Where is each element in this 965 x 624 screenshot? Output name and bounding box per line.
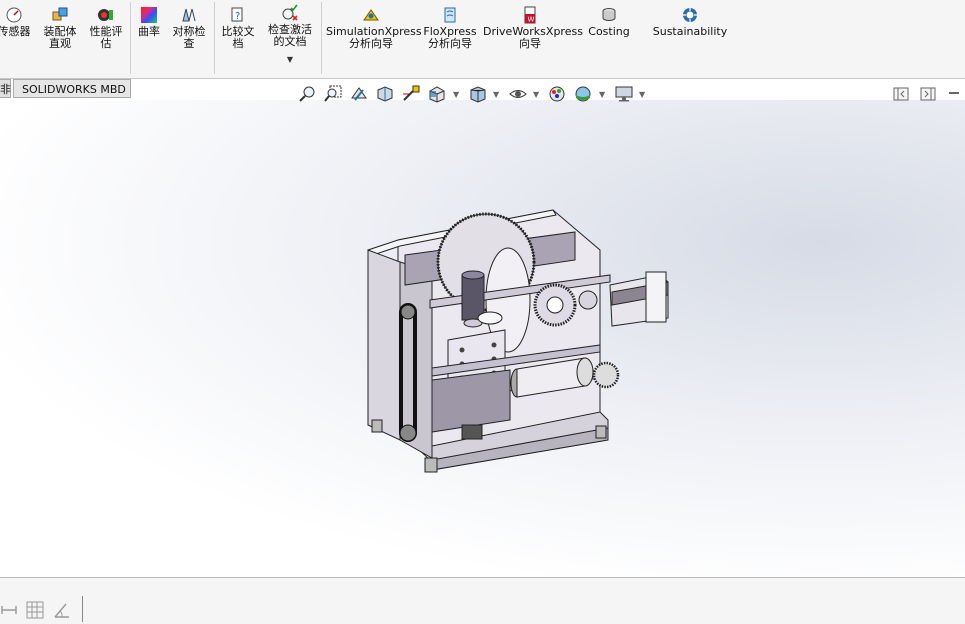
bottom-status-bar	[0, 577, 965, 624]
angle-icon[interactable]	[52, 600, 72, 620]
status-separator	[82, 596, 83, 622]
assembly-model[interactable]	[0, 0, 965, 623]
dimension-icon[interactable]	[0, 600, 20, 620]
grid-icon[interactable]	[25, 600, 45, 620]
